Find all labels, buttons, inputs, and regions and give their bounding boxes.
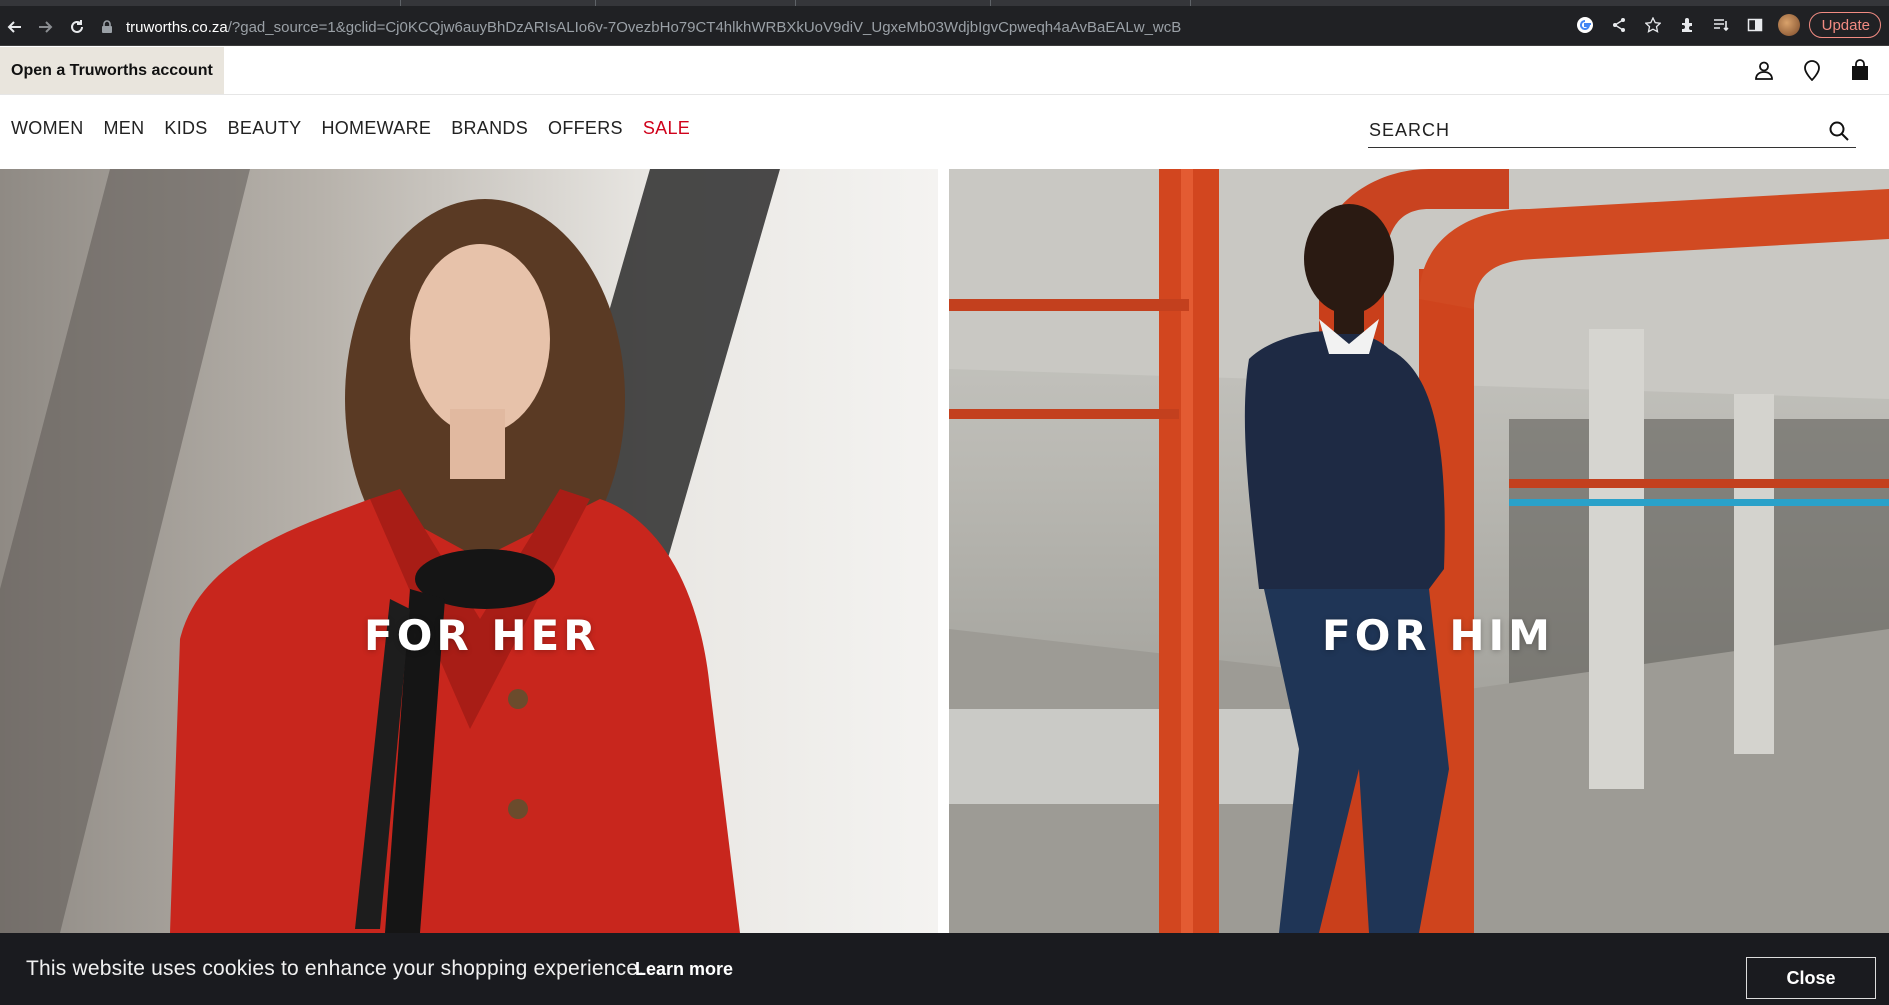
nav-item-kids[interactable]: KIDS bbox=[164, 118, 207, 139]
address-bar[interactable]: truworths.co.za/?gad_source=1&gclid=Cj0K… bbox=[100, 12, 1570, 42]
tab-strip bbox=[0, 0, 1889, 6]
reading-list-icon[interactable] bbox=[1707, 11, 1735, 39]
nav-item-men[interactable]: MEN bbox=[104, 118, 145, 139]
cookie-banner: This website uses cookies to enhance you… bbox=[0, 933, 1889, 1005]
cookie-message: This website uses cookies to enhance you… bbox=[26, 957, 645, 980]
for-him-photo bbox=[949, 169, 1889, 933]
store-locator-icon[interactable] bbox=[1801, 59, 1823, 81]
learn-more-link[interactable]: Learn more bbox=[635, 959, 733, 980]
shopping-bag-icon[interactable] bbox=[1849, 59, 1871, 81]
extensions-icon[interactable] bbox=[1673, 11, 1701, 39]
reload-icon[interactable] bbox=[62, 12, 92, 42]
url-host: truworths.co.za bbox=[126, 18, 228, 36]
share-icon[interactable] bbox=[1605, 11, 1633, 39]
profile-avatar[interactable] bbox=[1775, 11, 1803, 39]
search-input[interactable] bbox=[1368, 120, 1808, 141]
hero-for-her[interactable]: FOR HER bbox=[0, 169, 938, 933]
for-her-title: FOR HER bbox=[364, 611, 600, 660]
hero-divider bbox=[938, 169, 949, 933]
search-icon[interactable] bbox=[1828, 120, 1850, 142]
bookmark-star-icon[interactable] bbox=[1639, 11, 1667, 39]
browser-toolbar: truworths.co.za/?gad_source=1&gclid=Cj0K… bbox=[0, 0, 1889, 46]
main-navigation: WOMEN MEN KIDS BEAUTY HOMEWARE BRANDS OF… bbox=[0, 96, 1889, 168]
nav-item-offers[interactable]: OFFERS bbox=[548, 118, 623, 139]
open-account-link[interactable]: Open a Truworths account bbox=[0, 47, 224, 94]
nav-item-beauty[interactable]: BEAUTY bbox=[228, 118, 302, 139]
lock-icon bbox=[102, 20, 112, 33]
category-menu: WOMEN MEN KIDS BEAUTY HOMEWARE BRANDS OF… bbox=[11, 118, 710, 139]
hero-for-him[interactable]: FOR HIM bbox=[949, 169, 1889, 933]
google-icon[interactable] bbox=[1571, 11, 1599, 39]
nav-item-sale[interactable]: SALE bbox=[643, 118, 690, 139]
url-path: /?gad_source=1&gclid=Cj0KCQjw6auyBhDzARI… bbox=[227, 18, 1182, 36]
account-icon[interactable] bbox=[1753, 59, 1775, 81]
for-him-title: FOR HIM bbox=[1322, 611, 1554, 660]
nav-item-women[interactable]: WOMEN bbox=[11, 118, 84, 139]
forward-icon[interactable] bbox=[30, 12, 60, 42]
for-her-photo bbox=[0, 169, 780, 933]
site-topbar: Open a Truworths account bbox=[0, 47, 1889, 95]
close-cookie-button[interactable]: Close bbox=[1746, 957, 1876, 999]
update-button[interactable]: Update bbox=[1808, 12, 1881, 38]
back-icon[interactable] bbox=[0, 12, 30, 42]
nav-item-homeware[interactable]: HOMEWARE bbox=[321, 118, 431, 139]
side-panel-icon[interactable] bbox=[1741, 11, 1769, 39]
nav-item-brands[interactable]: BRANDS bbox=[451, 118, 528, 139]
search-bar bbox=[1368, 114, 1856, 148]
